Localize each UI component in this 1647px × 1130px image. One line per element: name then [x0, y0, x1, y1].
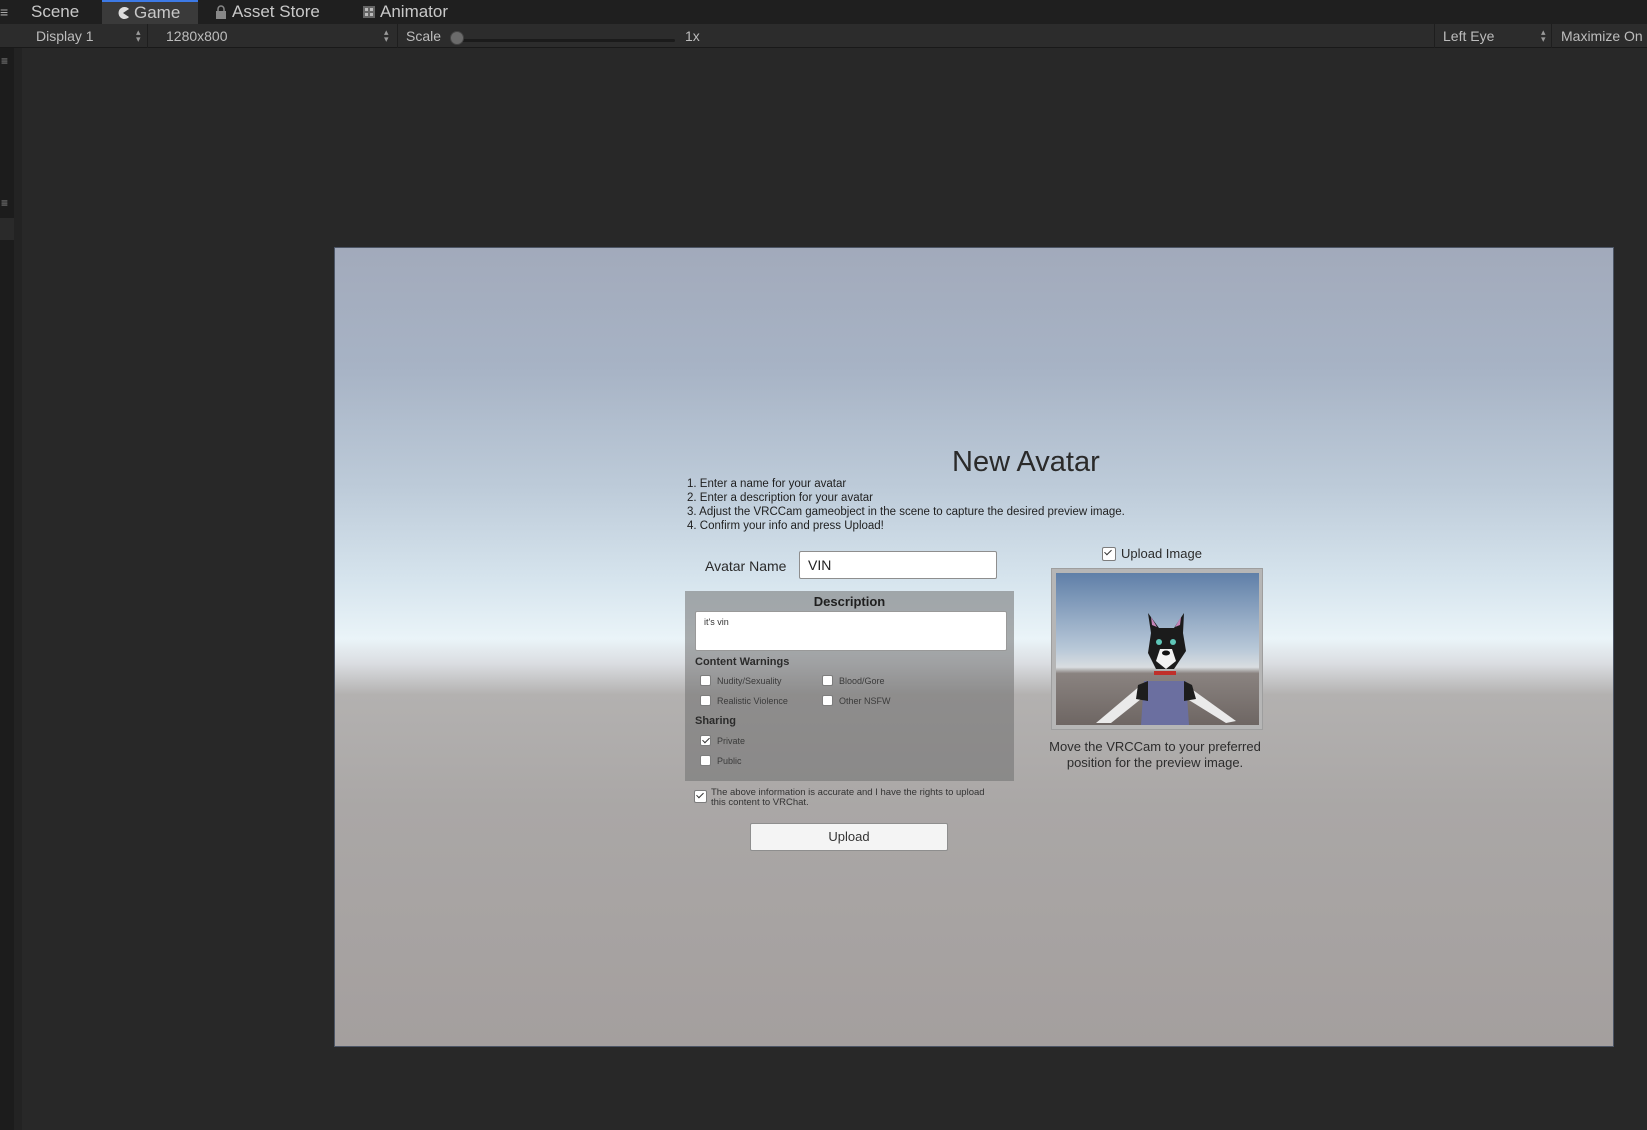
preview-caption: Move the VRCCam to your preferred positi… [1049, 739, 1261, 770]
left-side-strip: ≡ ≡ [0, 48, 14, 1130]
film-icon [363, 6, 375, 18]
lock-icon [216, 5, 226, 19]
scale-slider-thumb[interactable] [450, 31, 464, 45]
description-field[interactable]: it's vin [695, 611, 1007, 651]
other-nsfw-checkbox[interactable] [822, 695, 833, 706]
other-nsfw-label: Other NSFW [839, 696, 891, 706]
updown-arrows-icon: ▴ ▾ [136, 27, 141, 44]
display-dropdown[interactable]: Display 1 ▴ ▾ [28, 24, 148, 48]
blood-gore-label: Blood/Gore [839, 676, 885, 686]
realistic-violence-label: Realistic Violence [717, 696, 788, 706]
private-checkbox[interactable] [700, 735, 711, 746]
editor-tab-bar: ≡ Scene Game Asset Store Animator [0, 0, 1647, 24]
panel-menu-icon[interactable]: ≡ [1, 196, 11, 210]
hamburger-menu-icon[interactable]: ≡ [0, 4, 12, 20]
tab-asset-store-label: Asset Store [232, 2, 320, 21]
instruction-step: 4. Confirm your info and press Upload! [687, 520, 884, 532]
tab-game-label: Game [134, 3, 181, 22]
instruction-step: 3. Adjust the VRCCam gameobject in the s… [687, 506, 1125, 518]
public-checkbox[interactable] [700, 755, 711, 766]
upload-image-label: Upload Image [1121, 546, 1202, 561]
scale-label: Scale [406, 28, 442, 44]
page-title: New Avatar [952, 446, 1100, 478]
nudity-checkbox[interactable] [700, 675, 711, 686]
eye-dropdown-value: Left Eye [1443, 28, 1495, 44]
display-dropdown-value: Display 1 [36, 28, 94, 44]
nudity-label: Nudity/Sexuality [717, 676, 782, 686]
side-tab-block[interactable] [0, 218, 14, 240]
resolution-dropdown[interactable]: 1280x800 ▴ ▾ [158, 24, 398, 48]
content-warnings-heading: Content Warnings [695, 656, 790, 668]
panel-menu-icon[interactable]: ≡ [1, 54, 11, 68]
instruction-step: 1. Enter a name for your avatar [687, 478, 847, 490]
game-view-toolbar: Display 1 ▴ ▾ 1280x800 ▴ ▾ Scale 1x Left E… [0, 24, 1647, 48]
game-viewport: New Avatar 1. Enter a name for your avat… [334, 247, 1614, 1047]
tab-game[interactable]: Game [102, 0, 198, 24]
rights-statement: The above information is accurate and I … [711, 787, 985, 808]
tab-animator[interactable]: Animator [362, 0, 448, 24]
left-divider [14, 48, 22, 1130]
avatar-name-field[interactable]: VIN [799, 551, 997, 579]
realistic-violence-checkbox[interactable] [700, 695, 711, 706]
avatar-preview-image [1056, 573, 1259, 725]
instruction-step: 2. Enter a description for your avatar [687, 492, 874, 504]
updown-arrows-icon: ▴ ▾ [1541, 27, 1546, 44]
upload-button[interactable]: Upload [750, 823, 948, 851]
public-label: Public [717, 756, 742, 766]
instructions-list: 1. Enter a name for your avatar 2. Enter… [687, 477, 1125, 533]
scale-slider-track[interactable] [455, 39, 675, 42]
tab-scene-label: Scene [31, 2, 80, 21]
blood-gore-checkbox[interactable] [822, 675, 833, 686]
rights-checkbox[interactable] [694, 790, 707, 803]
tab-scene[interactable]: Scene [31, 0, 79, 24]
details-panel: Description it's vin Content Warnings Nu… [685, 591, 1014, 781]
sharing-heading: Sharing [695, 715, 736, 727]
eye-dropdown[interactable]: Left Eye ▴ ▾ [1434, 24, 1552, 48]
description-title: Description [813, 594, 886, 609]
scale-value: 1x [685, 28, 700, 44]
pacman-icon [118, 7, 129, 20]
updown-arrows-icon: ▴ ▾ [384, 27, 389, 44]
tab-asset-store[interactable]: Asset Store [214, 0, 320, 24]
preview-image-frame [1051, 568, 1263, 730]
avatar-name-label: Avatar Name [705, 558, 787, 574]
maximize-on-play-toggle[interactable]: Maximize On [1561, 24, 1647, 48]
tab-animator-label: Animator [380, 2, 449, 21]
resolution-dropdown-value: 1280x800 [166, 28, 228, 44]
private-label: Private [717, 736, 746, 746]
upload-image-checkbox[interactable] [1102, 547, 1116, 561]
